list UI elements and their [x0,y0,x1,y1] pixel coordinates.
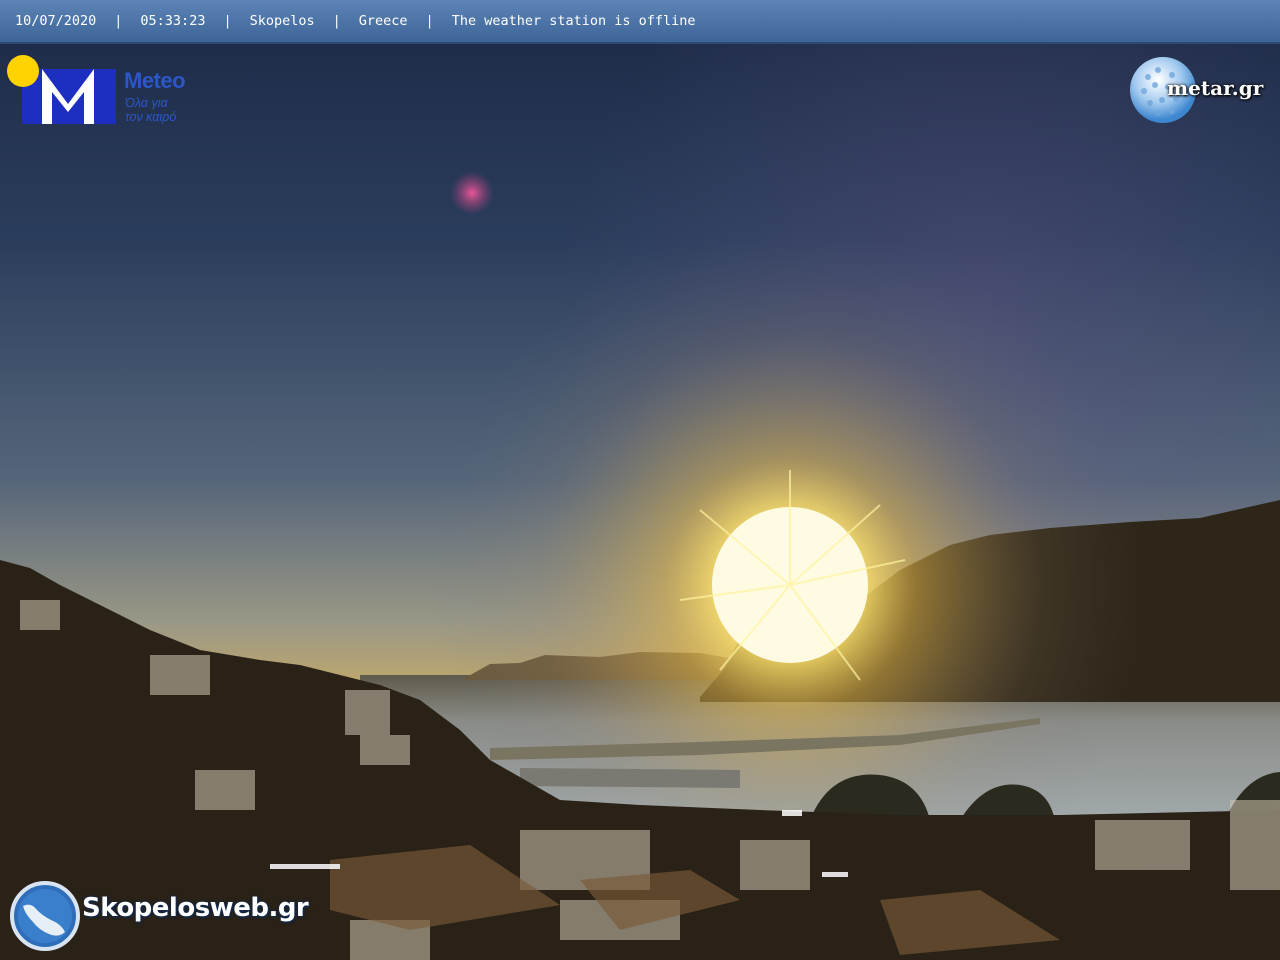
country-label: Greece [358,13,408,29]
station-status-label: The weather station is offline [451,13,696,29]
metar-brand-name: metar.gr [1167,76,1264,100]
date-label: 10/07/2020 [15,13,97,29]
meteo-tagline: Όλα για τον καιρό [125,96,205,124]
location-label: Skopelos [249,13,315,29]
meteo-tagline-line2: τον καιρό [125,110,177,124]
separator: | [114,13,123,29]
webcam-image [0,0,1280,960]
webcam-frame: 10/07/2020 | 05:33:23 | Skopelos | Greec… [0,0,1280,960]
separator: | [332,13,341,29]
time-label: 05:33:23 [140,13,206,29]
status-bar: 10/07/2020 | 05:33:23 | Skopelos | Greec… [0,0,1280,44]
skopelosweb-brand-name: Skopelosweb.gr [82,893,309,923]
separator: | [223,13,232,29]
meteo-tagline-line1: Όλα για [125,96,168,110]
separator: | [425,13,434,29]
meteo-brand-name: Meteo [124,68,186,93]
island-map-icon [10,881,80,951]
